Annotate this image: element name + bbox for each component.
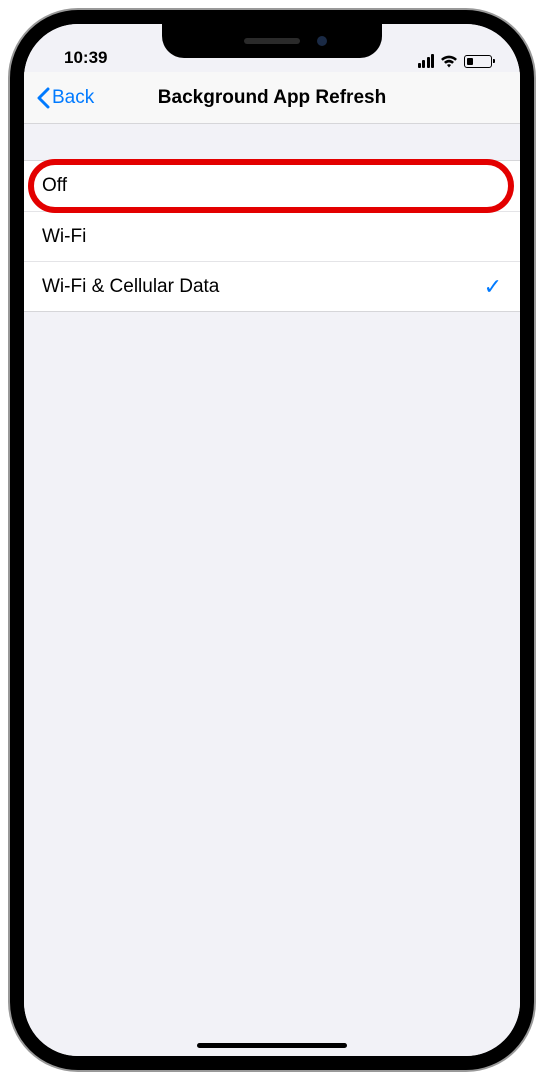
phone-frame: 10:39 Back Background App Refre	[10, 10, 534, 1070]
screen: 10:39 Back Background App Refre	[24, 24, 520, 1056]
highlight-annotation	[28, 159, 514, 213]
nav-bar: Back Background App Refresh	[24, 72, 520, 124]
back-label: Back	[52, 87, 94, 109]
status-indicators	[418, 54, 493, 68]
status-time: 10:39	[58, 48, 107, 68]
content-area: Off Wi-Fi Wi-Fi & Cellular Data ✓	[24, 124, 520, 1056]
option-wifi-cellular[interactable]: Wi-Fi & Cellular Data ✓	[24, 261, 520, 311]
notch	[162, 24, 382, 58]
cellular-signal-icon	[418, 54, 435, 68]
chevron-left-icon	[36, 87, 50, 109]
speaker-grille	[244, 38, 300, 44]
option-label: Wi-Fi	[42, 226, 86, 248]
wifi-icon	[440, 54, 458, 68]
page-title: Background App Refresh	[158, 87, 386, 109]
option-label: Off	[42, 175, 67, 197]
option-label: Wi-Fi & Cellular Data	[42, 276, 219, 298]
checkmark-icon: ✓	[484, 274, 502, 300]
option-wifi[interactable]: Wi-Fi	[24, 211, 520, 261]
battery-icon	[464, 55, 492, 68]
options-list: Off Wi-Fi Wi-Fi & Cellular Data ✓	[24, 160, 520, 312]
option-off[interactable]: Off	[24, 161, 520, 211]
home-indicator[interactable]	[197, 1043, 347, 1048]
power-button	[520, 264, 525, 362]
back-button[interactable]: Back	[36, 87, 94, 109]
front-camera	[317, 36, 327, 46]
